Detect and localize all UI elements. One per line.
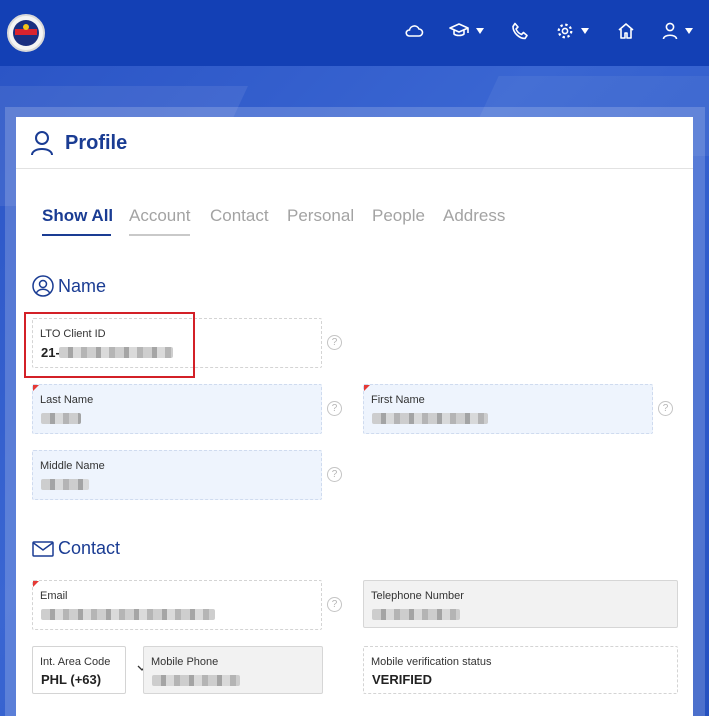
field-label: Mobile Phone	[151, 656, 219, 668]
tab-people[interactable]: People	[372, 206, 425, 226]
phone-icon[interactable]	[511, 20, 529, 42]
tab-address[interactable]: Address	[443, 206, 505, 226]
section-label: Name	[58, 275, 107, 296]
tab-contact[interactable]: Contact	[210, 206, 269, 226]
graduation-cap-menu[interactable]	[449, 20, 484, 42]
help-icon[interactable]: ?	[327, 401, 342, 416]
chevron-down-icon	[685, 28, 693, 34]
required-marker	[364, 385, 370, 391]
tab-hover-indicator	[129, 234, 190, 236]
redacted-value	[372, 609, 460, 620]
field-label: First Name	[371, 394, 425, 406]
area-code-select[interactable]: Int. Area Code PHL (+63)	[32, 646, 147, 694]
redacted-value	[372, 413, 488, 424]
field-label: Mobile verification status	[371, 656, 492, 668]
home-icon[interactable]	[617, 20, 635, 42]
field-label: Last Name	[40, 394, 94, 406]
tab-personal[interactable]: Personal	[287, 206, 354, 226]
contact-section-title: Contact	[32, 538, 120, 559]
telephone-number-field: Telephone Number	[363, 580, 678, 628]
field-label: Email	[40, 590, 68, 602]
graduation-cap-icon	[449, 23, 469, 37]
settings-icon	[557, 23, 573, 39]
mobile-phone-field: Mobile Phone	[143, 646, 323, 694]
middle-name-field[interactable]: Middle Name	[32, 450, 322, 500]
settings-menu[interactable]	[556, 20, 589, 42]
mobile-verification-field: Mobile verification status VERIFIED	[363, 646, 678, 694]
lto-logo[interactable]	[7, 14, 45, 52]
user-icon	[662, 22, 678, 40]
verification-status: VERIFIED	[372, 672, 432, 687]
profile-card: Profile Show All Account Contact Persona…	[16, 117, 693, 716]
first-name-field[interactable]: First Name	[363, 384, 653, 434]
name-section-title: Name	[32, 275, 106, 297]
section-label: Contact	[58, 538, 121, 558]
cloud-icon[interactable]	[404, 20, 424, 42]
help-icon[interactable]: ?	[327, 335, 342, 350]
tab-account[interactable]: Account	[129, 206, 190, 226]
required-marker	[33, 581, 39, 587]
last-name-field[interactable]: Last Name	[32, 384, 322, 434]
redacted-value	[152, 675, 240, 686]
user-circle-icon	[32, 275, 54, 297]
help-icon[interactable]: ?	[327, 467, 342, 482]
field-value: PHL (+63)	[41, 672, 102, 687]
redacted-value	[41, 413, 81, 424]
help-icon[interactable]: ?	[658, 401, 673, 416]
field-label: Middle Name	[40, 460, 105, 472]
help-icon[interactable]: ?	[327, 597, 342, 612]
profile-header: Profile	[16, 117, 693, 169]
chevron-down-icon	[476, 28, 484, 34]
user-menu[interactable]	[662, 20, 693, 42]
envelope-icon	[32, 540, 54, 557]
field-label: Telephone Number	[371, 590, 464, 602]
active-tab-indicator	[42, 234, 111, 236]
client-id-highlight	[24, 312, 195, 378]
profile-user-icon	[31, 131, 53, 156]
email-field[interactable]: Email	[32, 580, 322, 630]
tab-show-all[interactable]: Show All	[42, 206, 113, 226]
redacted-value	[41, 609, 215, 620]
field-label: Int. Area Code	[40, 656, 111, 668]
chevron-down-icon	[581, 28, 589, 34]
page-title: Profile	[65, 132, 128, 154]
top-navigation-bar	[0, 0, 709, 66]
required-marker	[33, 385, 39, 391]
redacted-value	[41, 479, 89, 490]
